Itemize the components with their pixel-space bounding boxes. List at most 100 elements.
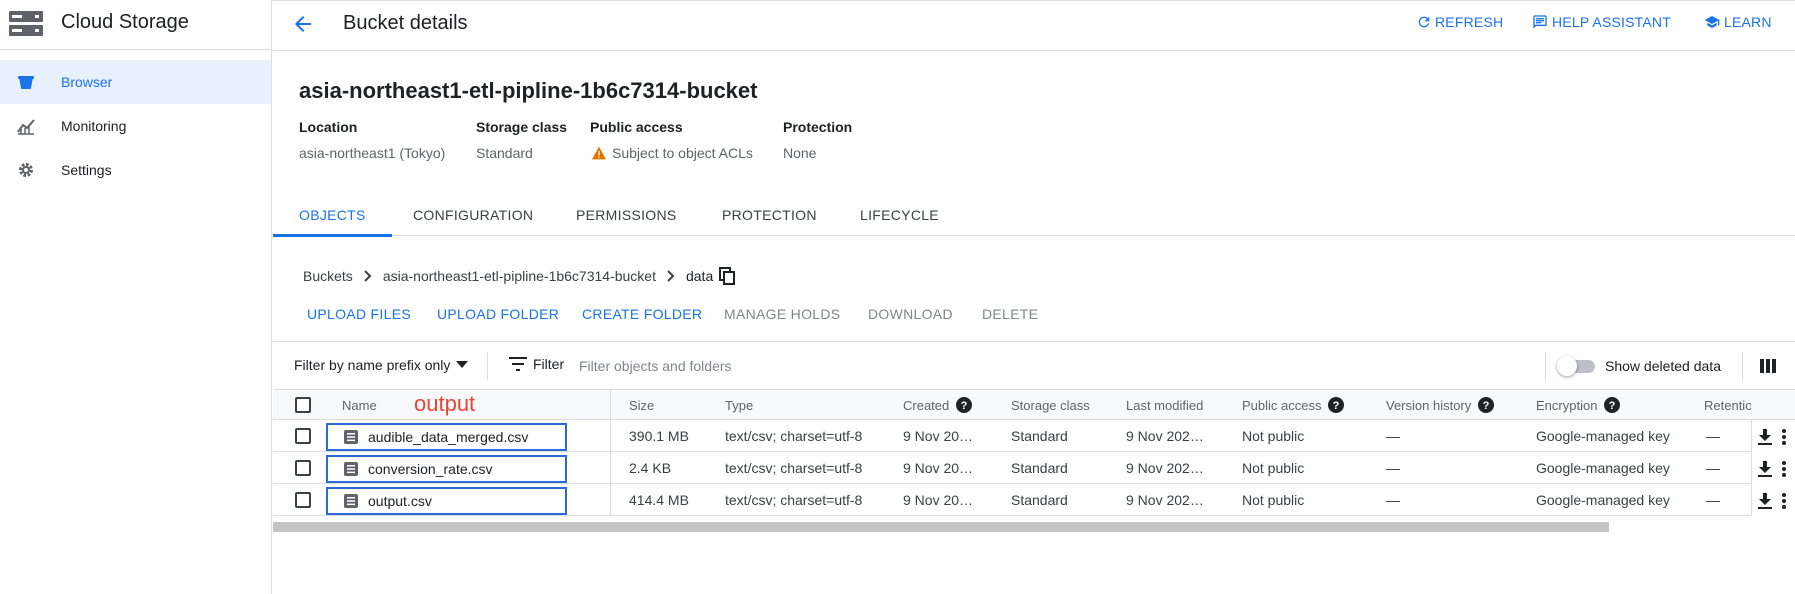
- select-all-checkbox-cell: [295, 390, 311, 420]
- help-icon[interactable]: ?: [1478, 397, 1495, 413]
- filter-button[interactable]: Filter: [509, 356, 564, 372]
- info-value-storage-class: Standard: [476, 145, 533, 161]
- chevron-right-icon: [666, 270, 676, 282]
- row-checkbox[interactable]: [295, 492, 311, 508]
- file-name-link[interactable]: conversion_rate.csv: [368, 461, 493, 477]
- info-label-public-access: Public access: [590, 119, 683, 135]
- sidebar-item-browser[interactable]: Browser: [0, 60, 271, 104]
- file-type: text/csv; charset=utf-8: [725, 492, 863, 508]
- sidebar-item-label: Monitoring: [61, 118, 127, 134]
- horizontal-scrollbar[interactable]: [273, 522, 1609, 532]
- file-last-modified: 9 Nov 202…: [1126, 428, 1204, 444]
- learn-button[interactable]: LEARN: [1703, 14, 1772, 30]
- file-name-link[interactable]: audible_data_merged.csv: [368, 429, 528, 445]
- column-header-public-access[interactable]: Public access ?: [1242, 390, 1345, 420]
- help-icon[interactable]: ?: [1328, 397, 1345, 413]
- download-icon[interactable]: [1756, 460, 1774, 478]
- column-header-encryption[interactable]: Encryption ?: [1536, 390, 1621, 420]
- file-icon: [344, 430, 358, 444]
- file-created: 9 Nov 20…: [903, 428, 974, 444]
- column-header-encryption-label: Encryption: [1536, 397, 1598, 413]
- row-checkbox[interactable]: [295, 428, 311, 444]
- page-title: Bucket details: [343, 12, 468, 34]
- upload-folder-button[interactable]: UPLOAD FOLDER: [437, 306, 559, 322]
- row-checkbox[interactable]: [295, 460, 311, 476]
- file-encryption: Google-managed key: [1536, 460, 1670, 476]
- column-header-retention[interactable]: Retentio: [1704, 390, 1751, 420]
- back-arrow-icon[interactable]: [291, 12, 315, 36]
- filter-mode-dropdown[interactable]: Filter by name prefix only: [294, 357, 469, 373]
- refresh-button[interactable]: REFRESH: [1416, 14, 1503, 30]
- show-deleted-label: Show deleted data: [1605, 358, 1721, 374]
- table-row[interactable]: audible_data_merged.csv 390.1 MB text/cs…: [273, 420, 1795, 452]
- svg-text:?: ?: [1483, 400, 1490, 412]
- file-name-cell: output.csv: [326, 487, 567, 515]
- table-row[interactable]: output.csv 414.4 MB text/csv; charset=ut…: [273, 484, 1795, 516]
- breadcrumb-bucket[interactable]: asia-northeast1-etl-pipline-1b6c7314-buc…: [383, 268, 656, 284]
- row-actions-column: [1751, 420, 1795, 516]
- svg-text:?: ?: [961, 400, 968, 412]
- tab-lifecycle[interactable]: LIFECYCLE: [860, 194, 939, 236]
- column-header-version-history-label: Version history: [1386, 397, 1472, 413]
- sidebar-header: Cloud Storage: [0, 0, 272, 50]
- info-label-storage-class: Storage class: [476, 119, 568, 135]
- file-public-access: Not public: [1242, 492, 1305, 508]
- table-header: Name Size Type Created ? Storage class L…: [273, 390, 1795, 420]
- file-retention: —: [1706, 460, 1720, 476]
- copy-icon[interactable]: [719, 267, 736, 285]
- column-header-created[interactable]: Created ?: [903, 390, 973, 420]
- school-icon: [1704, 16, 1720, 28]
- file-name-link[interactable]: output.csv: [368, 493, 432, 509]
- divider: [1742, 352, 1743, 380]
- more-vert-icon[interactable]: [1778, 460, 1790, 478]
- help-assistant-button[interactable]: HELP ASSISTANT: [1531, 14, 1671, 30]
- create-folder-button[interactable]: CREATE FOLDER: [582, 306, 702, 322]
- select-all-checkbox[interactable]: [295, 397, 311, 413]
- filter-mode-label: Filter by name prefix only: [294, 357, 451, 373]
- tab-configuration[interactable]: CONFIGURATION: [413, 194, 533, 236]
- column-header-name[interactable]: Name: [342, 390, 377, 420]
- column-display-icon[interactable]: [1760, 358, 1776, 374]
- column-header-size[interactable]: Size: [629, 390, 654, 420]
- more-vert-icon[interactable]: [1778, 428, 1790, 446]
- breadcrumb-buckets[interactable]: Buckets: [303, 268, 353, 284]
- chat-icon: [1533, 15, 1547, 29]
- manage-holds-button[interactable]: MANAGE HOLDS: [724, 306, 840, 322]
- sidebar-item-settings[interactable]: Settings: [0, 148, 271, 192]
- download-button[interactable]: DOWNLOAD: [868, 306, 953, 322]
- svg-text:?: ?: [1333, 400, 1340, 412]
- warning-icon: [592, 146, 606, 160]
- more-vert-icon[interactable]: [1778, 492, 1790, 510]
- row-checkbox-cell: [295, 452, 311, 484]
- tab-objects[interactable]: OBJECTS: [273, 194, 392, 237]
- tab-protection[interactable]: PROTECTION: [722, 194, 817, 236]
- download-icon[interactable]: [1756, 492, 1774, 510]
- filter-bar: Filter by name prefix only Filter Show d…: [273, 341, 1795, 390]
- filter-input[interactable]: [579, 351, 1479, 381]
- column-header-type[interactable]: Type: [725, 390, 753, 420]
- column-header-last-modified[interactable]: Last modified: [1126, 390, 1203, 420]
- column-header-storage-class[interactable]: Storage class: [1011, 390, 1090, 420]
- file-version-history: —: [1386, 492, 1400, 508]
- upload-files-button[interactable]: UPLOAD FILES: [307, 306, 411, 322]
- gear-icon: [17, 161, 35, 179]
- show-deleted-toggle[interactable]: [1557, 356, 1597, 376]
- svg-text:?: ?: [1609, 400, 1616, 412]
- help-icon[interactable]: ?: [1604, 397, 1621, 413]
- info-label-protection: Protection: [783, 119, 853, 135]
- app-title: Cloud Storage: [61, 11, 189, 33]
- tab-permissions[interactable]: PERMISSIONS: [576, 194, 677, 236]
- row-checkbox-cell: [295, 484, 311, 516]
- column-header-version-history[interactable]: Version history ?: [1386, 390, 1495, 420]
- sidebar-item-monitoring[interactable]: Monitoring: [0, 104, 271, 148]
- delete-button[interactable]: DELETE: [982, 306, 1038, 322]
- help-icon[interactable]: ?: [956, 397, 973, 413]
- file-size: 390.1 MB: [629, 428, 689, 444]
- table-row[interactable]: conversion_rate.csv 2.4 KB text/csv; cha…: [273, 452, 1795, 484]
- chart-icon: [17, 117, 35, 135]
- file-icon: [344, 494, 358, 508]
- download-icon[interactable]: [1756, 428, 1774, 446]
- file-last-modified: 9 Nov 202…: [1126, 492, 1204, 508]
- divider: [1545, 352, 1546, 380]
- file-public-access: Not public: [1242, 428, 1305, 444]
